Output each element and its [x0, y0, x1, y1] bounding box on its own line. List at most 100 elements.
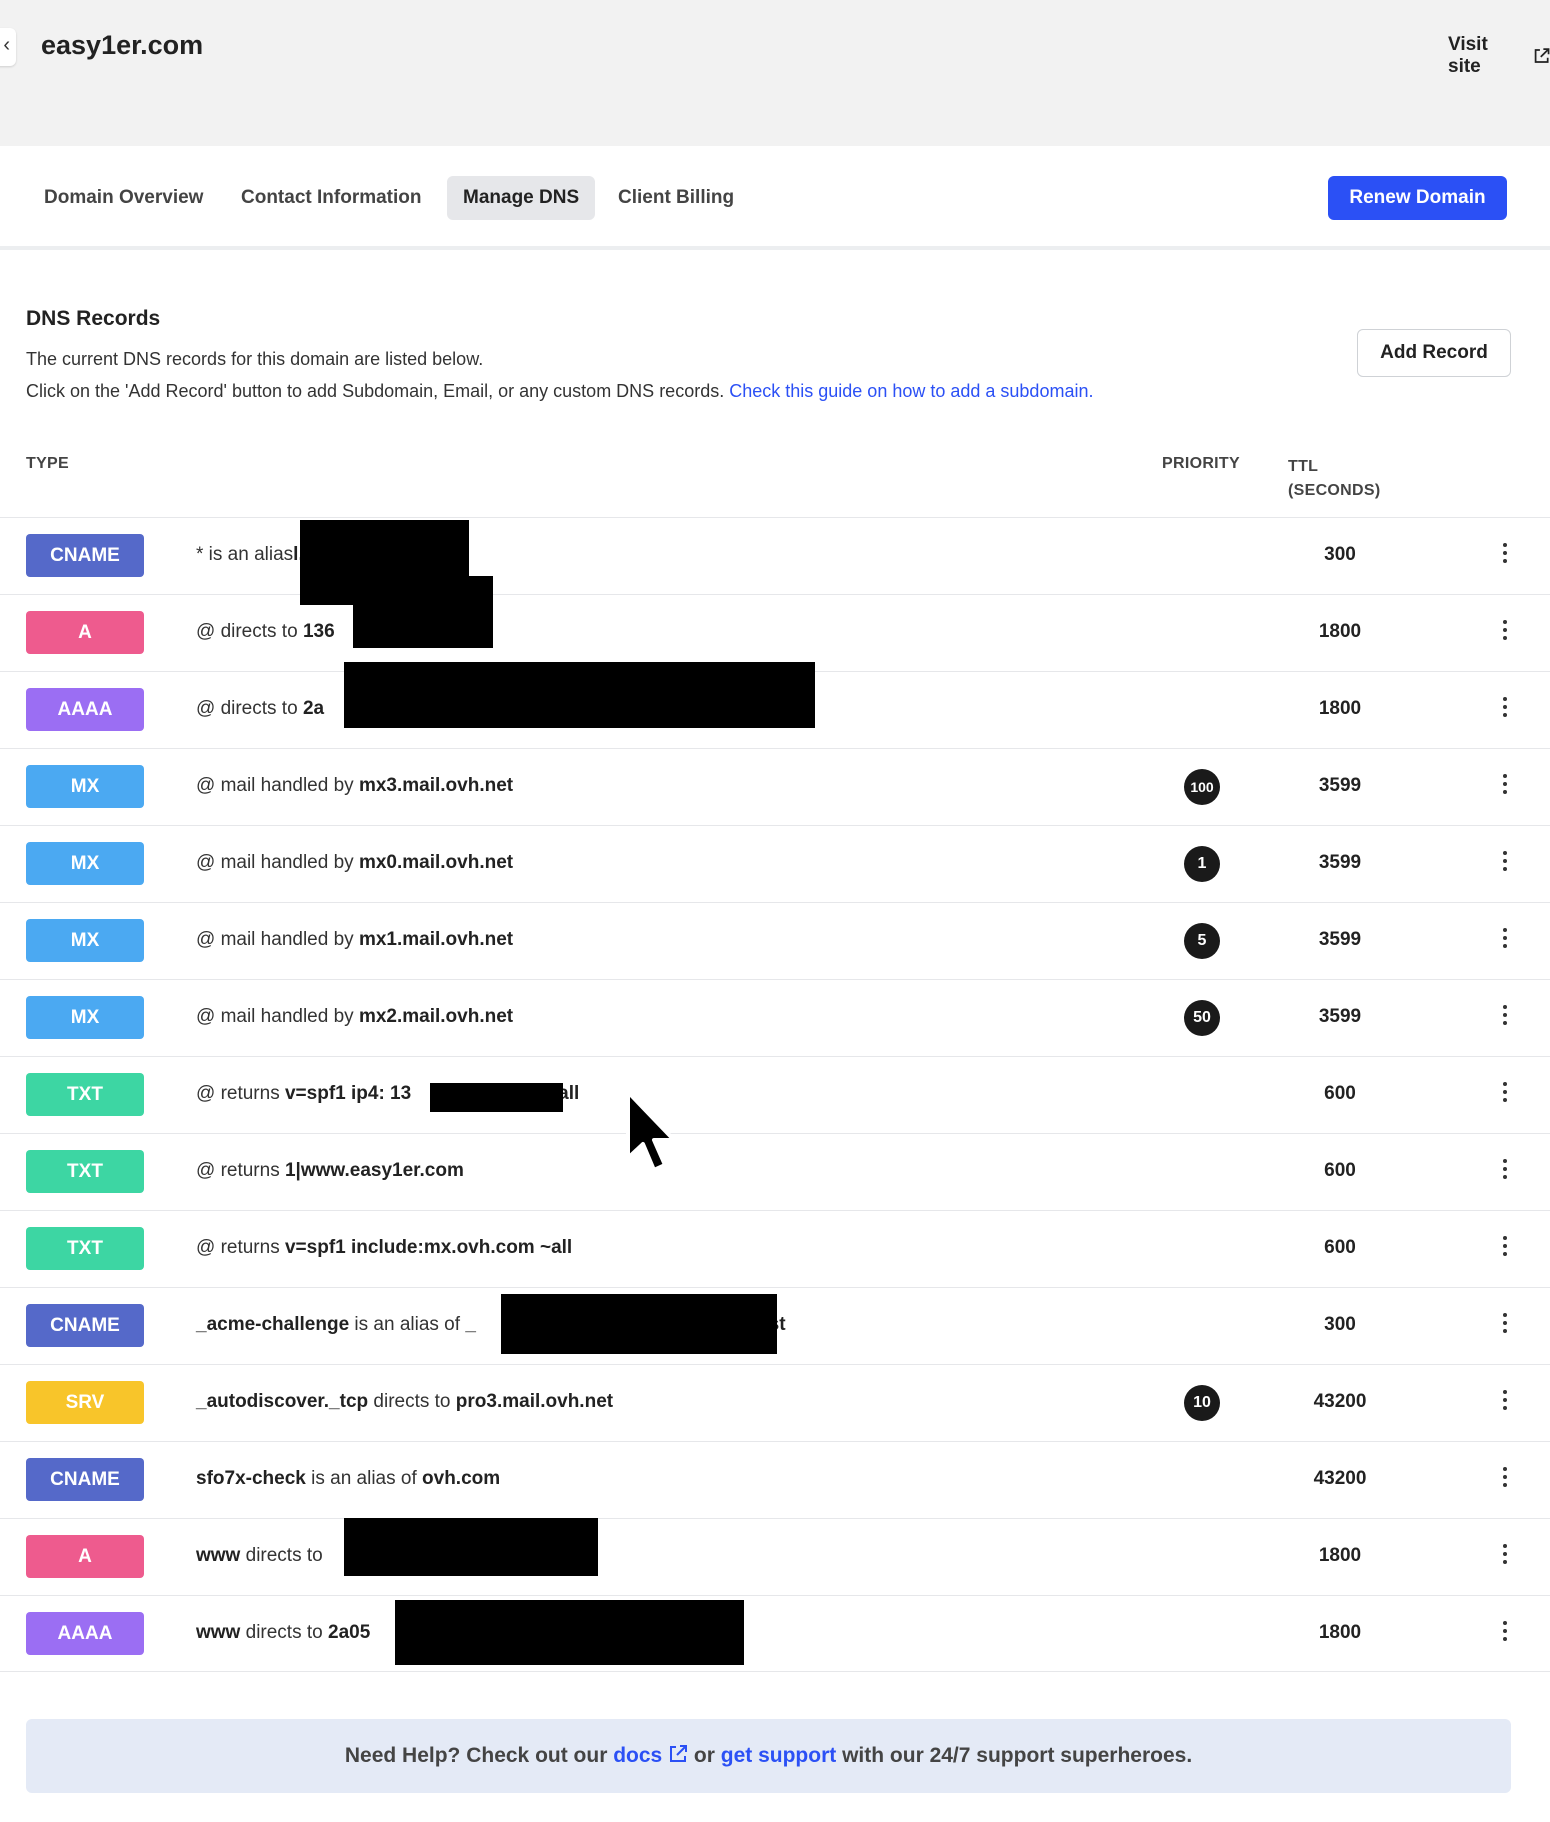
redaction-box [501, 1294, 777, 1354]
record-description: @ mail handled by mx2.mail.ovh.net [196, 1006, 513, 1028]
record-relation: * is an alias [196, 544, 294, 565]
record-type-badge: A [26, 1535, 144, 1578]
redaction-box [353, 576, 493, 648]
chevron-left-icon: ‹ [3, 34, 10, 56]
subdomain-guide-link[interactable]: Check this guide on how to add a subdoma… [729, 381, 1093, 401]
record-type-badge: MX [26, 919, 144, 962]
record-type-badge: MX [26, 842, 144, 885]
record-value: mx3.mail.ovh.net [358, 775, 514, 796]
record-description: @ returns v=spf1 include:mx.ovh.com ~all [196, 1237, 572, 1259]
more-options-icon[interactable] [1495, 1464, 1515, 1494]
back-button[interactable]: ‹ [0, 28, 16, 66]
external-link-icon [1534, 48, 1550, 63]
redaction-box [430, 1083, 563, 1112]
table-row: TXT @ returns v=spf1 include:mx.ovh.com ~… [0, 1210, 1550, 1287]
top-header: ‹ easy1er.com Visit site [0, 0, 1550, 146]
record-relation: is an alias of [349, 1314, 466, 1335]
record-type-badge: AAAA [26, 688, 144, 731]
get-support-link[interactable]: get support [721, 1744, 837, 1767]
more-options-icon[interactable] [1495, 771, 1515, 801]
record-host: sfo7x-check [196, 1468, 306, 1489]
record-value: pro3.mail.ovh.net [455, 1391, 614, 1412]
record-relation: directs to [368, 1391, 456, 1412]
record-relation: directs to [240, 1622, 328, 1643]
ttl-value: 3599 [1318, 775, 1362, 796]
tab-manage-dns[interactable]: Manage DNS [447, 176, 596, 220]
more-options-icon[interactable] [1495, 1156, 1515, 1186]
record-type-badge: TXT [26, 1073, 144, 1116]
ttl-value: 3599 [1318, 852, 1362, 873]
more-options-icon[interactable] [1495, 1079, 1515, 1109]
more-options-icon[interactable] [1495, 1541, 1515, 1571]
record-relation: @ mail handled by [196, 775, 359, 796]
more-options-icon[interactable] [1495, 617, 1515, 647]
dns-description: The current DNS records for this domain … [26, 349, 484, 369]
record-value: ovh.com [422, 1468, 501, 1489]
record-description: @ directs to 136 [196, 621, 335, 643]
record-value: v=spf1 include:mx.ovh.com ~all [284, 1237, 573, 1258]
record-description: @ mail handled by mx3.mail.ovh.net [196, 775, 513, 797]
docs-link[interactable]: docs [613, 1744, 662, 1767]
more-options-icon[interactable] [1495, 1002, 1515, 1032]
visit-site-link[interactable]: Visit site [1448, 34, 1550, 78]
record-relation: @ mail handled by [196, 1006, 359, 1027]
ttl-header-unit: (SECONDS) [1288, 482, 1381, 499]
record-relation: @ directs to [196, 621, 303, 642]
ttl-value: 300 [1324, 1314, 1356, 1335]
record-type-badge: TXT [26, 1150, 144, 1193]
more-options-icon[interactable] [1495, 1233, 1515, 1263]
page: ‹ easy1er.com Visit site Domain Overview… [0, 0, 1550, 1822]
record-relation: is an alias of [305, 1468, 423, 1489]
help-banner: Need Help? Check out our docs or get sup… [26, 1719, 1511, 1793]
record-value: _ [465, 1314, 476, 1335]
record-host: www [196, 1545, 241, 1566]
tab-domain-overview[interactable]: Domain Overview [28, 176, 219, 220]
redaction-box [344, 662, 815, 728]
add-record-button[interactable]: Add Record [1357, 329, 1511, 377]
table-row: Awww directs to 1800 [0, 1518, 1550, 1595]
record-type-badge: TXT [26, 1227, 144, 1270]
ttl-value: 1800 [1318, 621, 1362, 642]
record-value: v=spf1 ip4: 13 [284, 1083, 412, 1104]
help-text-suffix: with our 24/7 support superheroes. [836, 1744, 1193, 1767]
record-relation: directs to [240, 1545, 323, 1566]
record-type-badge: MX [26, 765, 144, 808]
more-options-icon[interactable] [1495, 1310, 1515, 1340]
redaction-box [395, 1600, 744, 1665]
domain-nav: Domain Overview Contact Information Mana… [0, 146, 1550, 250]
record-relation: @ mail handled by [196, 852, 359, 873]
record-value: mx1.mail.ovh.net [358, 929, 514, 950]
more-options-icon[interactable] [1495, 694, 1515, 724]
record-description: www directs to [196, 1545, 323, 1567]
record-host: _acme-challenge [196, 1314, 350, 1335]
more-options-icon[interactable] [1495, 1387, 1515, 1417]
ttl-value: 43200 [1313, 1468, 1367, 1489]
priority-badge: 5 [1184, 923, 1220, 959]
record-relation: @ returns [196, 1160, 285, 1181]
priority-badge: 10 [1184, 1385, 1220, 1421]
mouse-cursor-icon [626, 1090, 676, 1172]
record-relation: @ returns [196, 1083, 285, 1104]
record-type-badge: SRV [26, 1381, 144, 1424]
ttl-value: 600 [1324, 1083, 1356, 1104]
dns-records-title: DNS Records [26, 307, 161, 330]
ttl-value: 1800 [1318, 698, 1362, 719]
more-options-icon[interactable] [1495, 925, 1515, 955]
ttl-value: 43200 [1313, 1391, 1367, 1412]
record-description: @ mail handled by mx0.mail.ovh.net [196, 852, 513, 874]
table-row: MX @ mail handled by mx1.mail.ovh.net 5 359… [0, 902, 1550, 979]
column-header-ttl: TTL (SECONDS) [1288, 455, 1380, 503]
table-row: MX @ mail handled by mx2.mail.ovh.net 50 35… [0, 979, 1550, 1056]
tab-contact-information[interactable]: Contact Information [225, 176, 438, 220]
renew-domain-button[interactable]: Renew Domain [1328, 176, 1507, 220]
record-type-badge: CNAME [26, 534, 144, 577]
more-options-icon[interactable] [1495, 540, 1515, 570]
visit-site-label: Visit site [1448, 34, 1488, 77]
table-row: SRV _autodiscover._tcp directs to pro3.ma… [0, 1364, 1550, 1441]
ttl-value: 600 [1324, 1160, 1356, 1181]
table-row: CNAME sfo7x-check is an alias of ovh.com 4… [0, 1441, 1550, 1518]
tab-client-billing[interactable]: Client Billing [602, 176, 750, 220]
more-options-icon[interactable] [1495, 1618, 1515, 1648]
record-description: _autodiscover._tcp directs to pro3.mail.… [196, 1391, 613, 1413]
more-options-icon[interactable] [1495, 848, 1515, 878]
